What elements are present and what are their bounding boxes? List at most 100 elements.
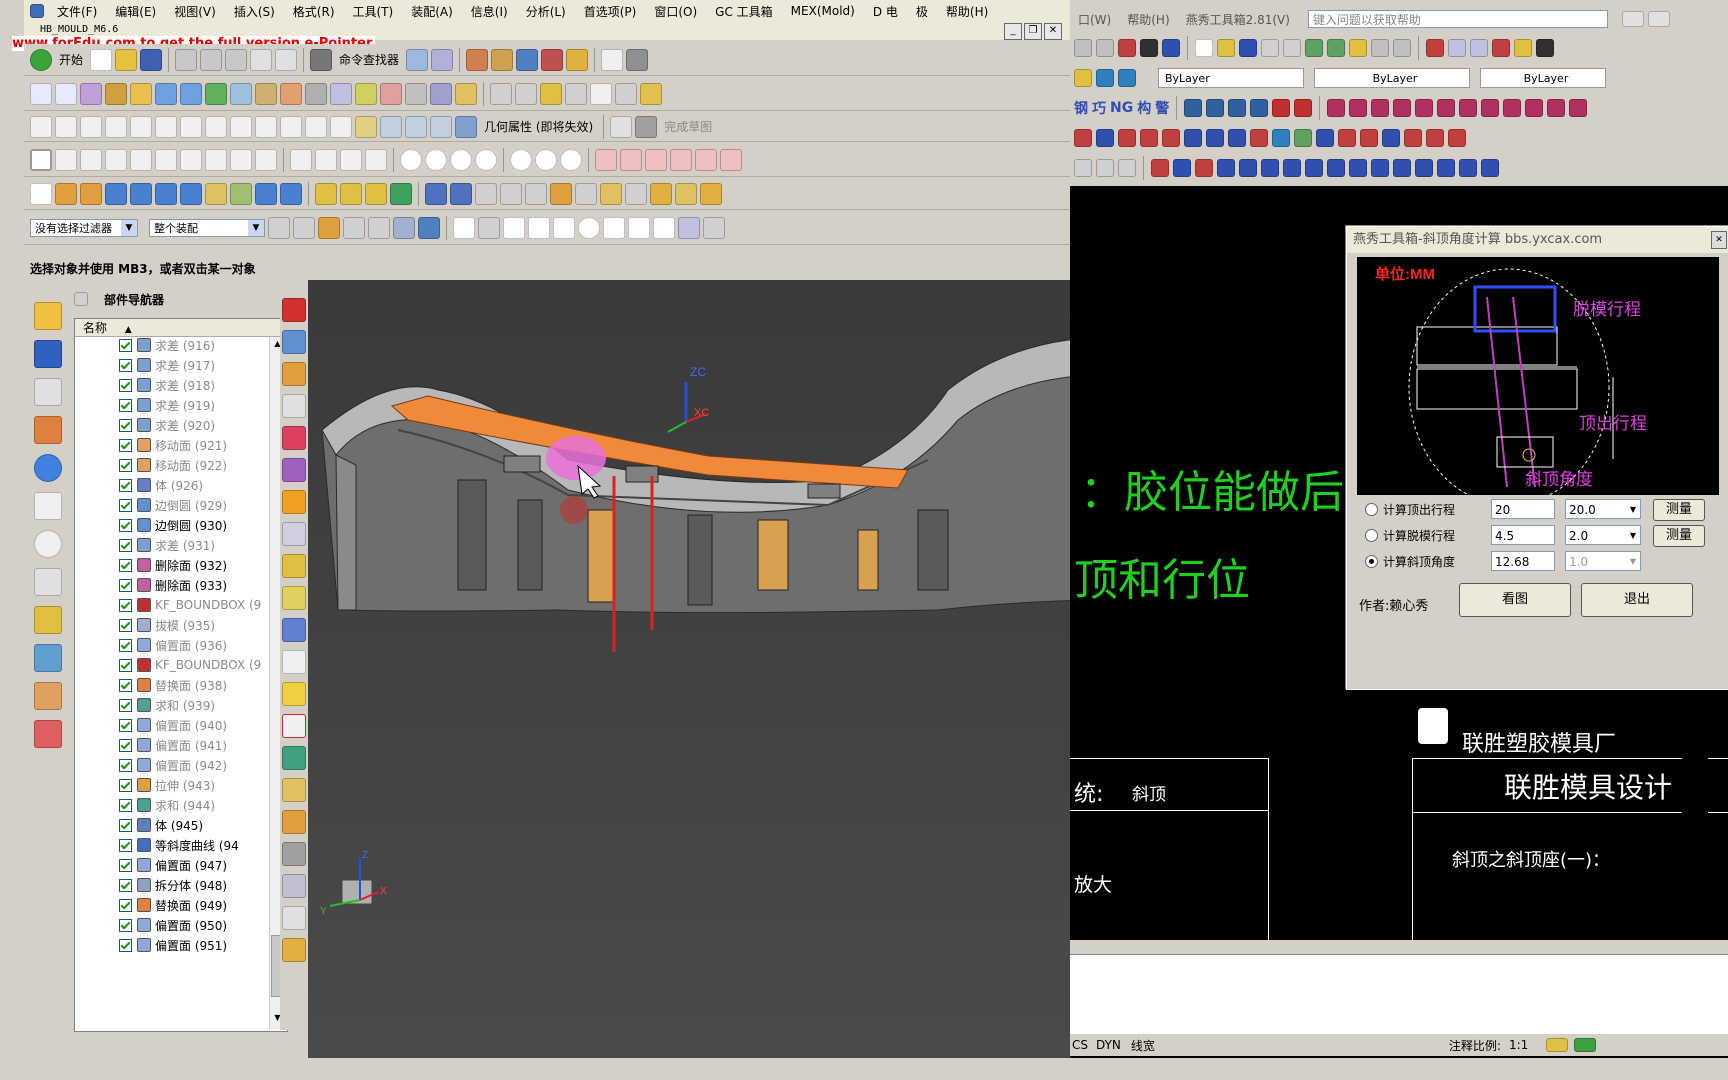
patch-surface-icon[interactable]	[380, 82, 402, 105]
cut-icon[interactable]	[175, 48, 198, 71]
cad-save-icon[interactable]	[1239, 39, 1257, 57]
visibility-checkbox[interactable]	[119, 678, 132, 692]
column-header-name[interactable]: 名称 ▲	[75, 319, 285, 337]
menu-mex-mold[interactable]: MEX(Mold)	[782, 4, 864, 18]
cad-quickcalc-icon[interactable]	[1536, 39, 1554, 57]
red-frame-icon[interactable]	[282, 714, 306, 738]
offset-surface-icon[interactable]	[305, 82, 327, 105]
move-component-icon[interactable]	[516, 48, 539, 71]
circle-three-point-icon[interactable]	[475, 148, 497, 171]
cad-layer-icon[interactable]	[1118, 69, 1136, 87]
menu-extra[interactable]: 极	[907, 3, 937, 20]
visibility-checkbox[interactable]	[119, 358, 132, 372]
hole-icon[interactable]	[595, 148, 617, 171]
dim-continue-icon[interactable]	[1360, 129, 1378, 147]
plus-axis-icon[interactable]	[282, 906, 306, 930]
tube-icon[interactable]	[280, 182, 302, 205]
mold-3d-model[interactable]: ZC XC Z X Y	[308, 280, 1090, 1058]
surface-grid-icon[interactable]	[205, 82, 227, 105]
open-folder-icon[interactable]	[115, 48, 138, 71]
feature-tree-row[interactable]: 边倒圆 (930)	[75, 515, 265, 535]
lifter-angle-combo[interactable]: 1.0 ▼	[1565, 551, 1641, 571]
dim-angular-icon[interactable]	[1404, 129, 1422, 147]
sweep-icon[interactable]	[155, 82, 177, 105]
dim-radius-icon[interactable]	[1162, 129, 1180, 147]
rebend-icon[interactable]	[600, 182, 622, 205]
modify-rotate-icon[interactable]	[1283, 159, 1301, 177]
demold-travel-combo[interactable]: 2.0 ▼	[1565, 525, 1641, 545]
offset-curve-icon[interactable]	[230, 115, 252, 138]
dim-style-icon[interactable]	[1118, 129, 1136, 147]
feature-tree-row[interactable]: 偏置面 (941)	[75, 735, 265, 755]
feature-tree-row[interactable]: 拉伸 (943)	[75, 775, 265, 795]
plugin-warn-button[interactable]: 警	[1155, 98, 1169, 118]
history-icon[interactable]	[34, 492, 62, 520]
command-finder-button[interactable]: 命令查找器	[335, 51, 403, 68]
point-icon[interactable]	[155, 115, 177, 138]
linetype-combo[interactable]: ByLayer	[1314, 68, 1470, 88]
visibility-checkbox[interactable]	[119, 918, 132, 932]
select-arrow-icon[interactable]	[293, 216, 315, 239]
web-browser-icon[interactable]	[34, 454, 62, 482]
book-icon[interactable]	[425, 182, 447, 205]
constraint-navigator-icon[interactable]	[34, 340, 62, 368]
visibility-checkbox[interactable]	[119, 658, 132, 672]
modify-scale-icon[interactable]	[1305, 159, 1323, 177]
brush-icon[interactable]	[130, 82, 152, 105]
helix-icon[interactable]	[130, 115, 152, 138]
feature-tree-row[interactable]: 偏置面 (951)	[75, 935, 265, 955]
plugin-blue3-icon[interactable]	[1228, 99, 1247, 117]
cad-publish-icon[interactable]	[1305, 39, 1323, 57]
visibility-checkbox[interactable]	[119, 638, 132, 652]
paste-icon[interactable]	[225, 48, 248, 71]
dim-center-icon[interactable]	[1206, 129, 1224, 147]
option-demold-travel[interactable]: 计算脱模行程	[1365, 527, 1455, 544]
clock-icon[interactable]	[34, 530, 62, 558]
menu-preferences[interactable]: 首选项(P)	[575, 3, 646, 20]
knob-icon[interactable]	[450, 182, 472, 205]
yellow-box-icon[interactable]	[282, 682, 306, 706]
boss-icon[interactable]	[620, 148, 642, 171]
dim-leader-icon[interactable]	[1228, 129, 1246, 147]
visibility-checkbox[interactable]	[119, 458, 132, 472]
cad-zoom-prev-icon[interactable]	[1470, 39, 1488, 57]
feature-tree-row[interactable]: 移动面 (921)	[75, 435, 265, 455]
flange-icon[interactable]	[550, 182, 572, 205]
wrap-icon[interactable]	[565, 82, 587, 105]
angle-constraint-icon[interactable]	[80, 148, 102, 171]
reuse-library-icon[interactable]	[34, 416, 62, 444]
feature-tree-row[interactable]: 求差 (919)	[75, 395, 265, 415]
assembly-navigator-icon[interactable]	[34, 302, 62, 330]
manufacturing-icon[interactable]	[34, 644, 62, 672]
link-icon[interactable]	[615, 82, 637, 105]
visibility-checkbox[interactable]	[119, 538, 132, 552]
visibility-checkbox[interactable]	[119, 778, 132, 792]
roles-icon[interactable]	[34, 682, 62, 710]
visibility-checkbox[interactable]	[119, 578, 132, 592]
menu-insert[interactable]: 插入(S)	[225, 3, 284, 20]
analysis-icon[interactable]	[34, 606, 62, 634]
midpoint-icon[interactable]	[535, 148, 557, 171]
visibility-checkbox[interactable]	[119, 798, 132, 812]
visibility-checkbox[interactable]	[119, 818, 132, 832]
snap-center-icon[interactable]	[578, 216, 600, 239]
cad-sheet-set-icon[interactable]	[1492, 39, 1510, 57]
modify-explode-icon[interactable]	[1481, 159, 1499, 177]
feature-tree-row[interactable]: 移动面 (922)	[75, 455, 265, 475]
select-icon[interactable]	[406, 48, 429, 71]
cad-menu-yanxiu[interactable]: 燕秀工具箱2.81(V)	[1178, 11, 1298, 28]
red-box-icon[interactable]	[282, 426, 306, 450]
settings-icon[interactable]	[1574, 1038, 1597, 1052]
system-materials-icon[interactable]	[34, 720, 62, 748]
stack-icon[interactable]	[282, 554, 306, 578]
redo-icon[interactable]	[275, 48, 298, 71]
pattern-icon[interactable]	[205, 182, 227, 205]
dim-jog-icon[interactable]	[1316, 129, 1334, 147]
circle-center-icon[interactable]	[425, 148, 447, 171]
dim-tolerance-icon[interactable]	[1184, 129, 1202, 147]
intersect-curve-icon[interactable]	[280, 115, 302, 138]
datum-csys-icon[interactable]	[365, 182, 387, 205]
extract-geometry-icon[interactable]	[380, 115, 402, 138]
plugin-mold11-icon[interactable]	[1547, 99, 1566, 117]
plugin-blue4-icon[interactable]	[1250, 99, 1269, 117]
